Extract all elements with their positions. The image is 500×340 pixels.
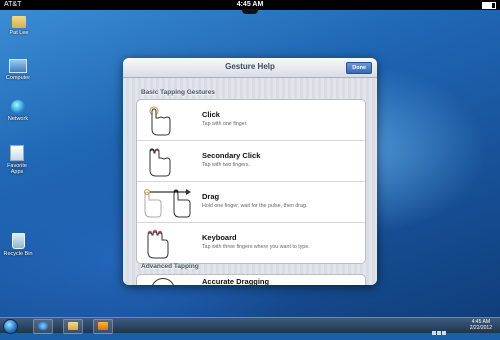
gesture-subtitle: Hold one finger, wait for the pulse, the… — [202, 203, 308, 209]
desktop-icon-favorite-apps[interactable]: Favorite Apps — [2, 145, 32, 175]
desktop-icon-label: Favorite Apps — [7, 163, 27, 175]
favorite-apps-icon — [10, 145, 24, 161]
desktop-icon-recycle-bin[interactable]: Recycle Bin — [3, 233, 33, 257]
computer-icon — [9, 59, 27, 73]
taskbar-clock[interactable]: 4:45 AM 2/22/2012 — [470, 319, 492, 331]
folder-icon — [68, 322, 78, 330]
desktop-icon-computer[interactable]: Computer — [3, 59, 33, 81]
gesture-row-accurate-dragging[interactable]: Accurate Dragging — [137, 275, 365, 285]
one-finger-tap-icon — [149, 106, 171, 136]
desktop-icon-label: Recycle Bin — [3, 251, 33, 257]
gesture-title: Keyboard — [202, 233, 237, 242]
taskbar: 4:45 AM 2/22/2012 — [0, 317, 500, 335]
gesture-row-secondary-click[interactable]: Secondary Click Tap with two fingers. — [137, 141, 365, 182]
three-finger-tap-icon — [147, 229, 169, 259]
gesture-title: Accurate Dragging — [202, 277, 270, 285]
gesture-help-dialog: Gesture Help Done Basic Tapping Gestures… — [123, 58, 377, 285]
network-icon — [11, 100, 25, 114]
media-player-icon — [98, 322, 108, 330]
dialog-title: Gesture Help — [225, 62, 275, 71]
gesture-title: Secondary Click — [202, 151, 261, 160]
desktop-icon-label: Pat Lee — [9, 30, 29, 36]
dialog-header: Gesture Help Done — [123, 58, 377, 78]
internet-explorer-icon — [38, 322, 48, 330]
gesture-row-click[interactable]: Click Tap with one finger. — [137, 100, 365, 141]
folder-icon — [12, 16, 26, 28]
desktop-icon-label: Computer — [5, 75, 31, 81]
gesture-subtitle: Tap with one finger. — [202, 121, 248, 127]
gesture-row-drag[interactable]: Drag Hold one finger, wait for the pulse… — [137, 182, 365, 223]
clock-date: 2/22/2012 — [469, 325, 492, 331]
system-tray[interactable] — [432, 322, 450, 335]
gesture-subtitle: Tap with three fingers where you want to… — [202, 244, 310, 250]
desktop-icon-pat-lee[interactable]: Pat Lee — [4, 16, 34, 36]
drag-gesture-icon — [144, 189, 191, 218]
desktop-icon-network[interactable]: Network — [3, 100, 33, 122]
gesture-subtitle: Tap with two fingers. — [202, 162, 250, 168]
gesture-row-keyboard[interactable]: Keyboard Tap with three fingers where yo… — [137, 223, 365, 263]
basic-gestures-list: Click Tap with one finger. Secondary Cli… — [136, 99, 366, 264]
gesture-title: Drag — [202, 192, 220, 201]
section-header-advanced: Advanced Tapping — [141, 263, 199, 270]
two-finger-tap-icon — [149, 148, 171, 177]
advanced-gestures-list: Accurate Dragging — [136, 274, 366, 285]
battery-icon — [482, 2, 496, 9]
done-button[interactable]: Done — [346, 62, 372, 74]
notch-tab — [242, 9, 258, 14]
desktop-icon-label: Network — [7, 116, 29, 122]
recycle-bin-icon — [11, 233, 25, 249]
accurate-drag-icon — [151, 278, 175, 285]
section-header-basic: Basic Tapping Gestures — [141, 89, 215, 96]
gesture-title: Click — [202, 110, 220, 119]
